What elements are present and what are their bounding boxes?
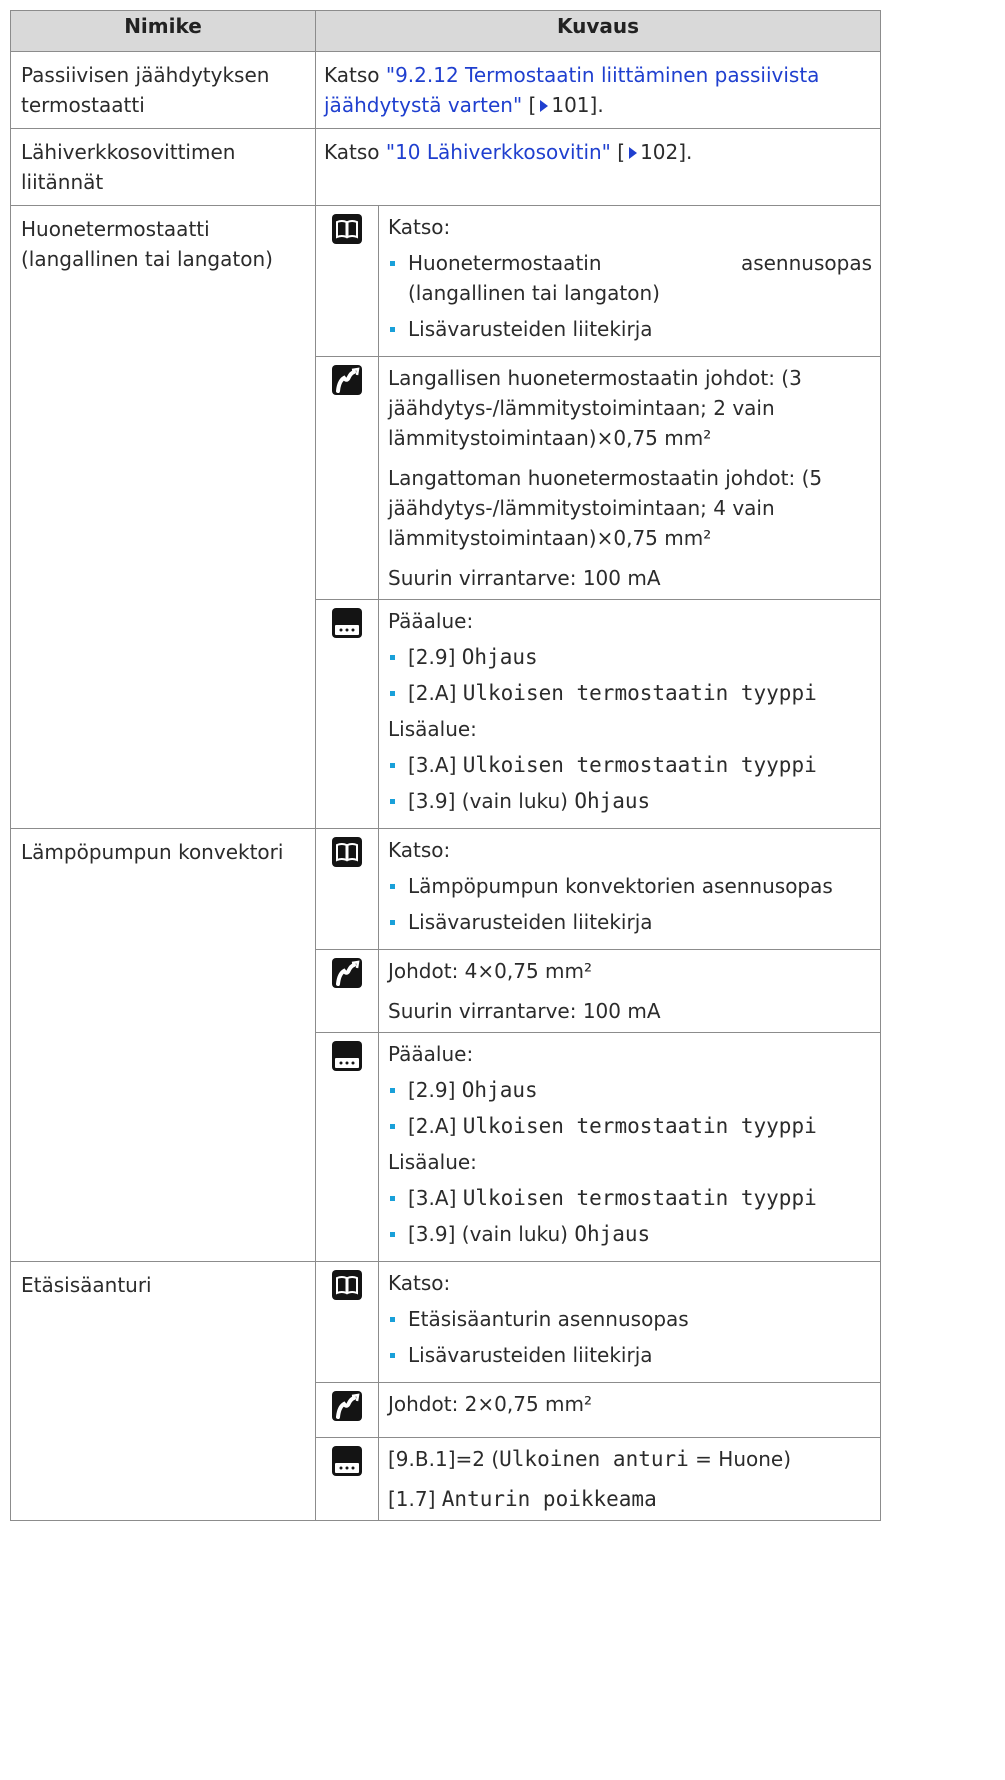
- interface-settings: Pääalue: [2.9] Ohjaus [2.A] Ulkoisen ter…: [378, 1032, 881, 1262]
- list-item: [3.A] Ulkoisen termostaatin tyyppi: [388, 1183, 872, 1213]
- list-item: Etäsisäanturin asennusopas: [388, 1304, 872, 1334]
- page-arrow-icon: [629, 147, 638, 159]
- icon-cell: [315, 1032, 379, 1262]
- icon-cell: [315, 828, 379, 950]
- user-interface-icon: [332, 1446, 362, 1476]
- manual-references: Katso: Lämpöpumpun konvektorien asennuso…: [378, 828, 881, 950]
- table-row: Lämpöpumpun konvektori Katso: Lämpöpumpu…: [10, 828, 881, 1262]
- list-item: Lämpöpumpun konvektorien asennusopas: [388, 871, 872, 901]
- wiring-info: Johdot: 4×0,75 mm² Suurin virrantarve: 1…: [378, 949, 881, 1033]
- table-row: Huonetermostaatti (langallinen tai langa…: [10, 205, 881, 829]
- list-item: [2.A] Ulkoisen termostaatin tyyppi: [388, 678, 872, 708]
- table-header: Nimike Kuvaus: [10, 10, 881, 52]
- manual-book-icon: [332, 1270, 362, 1300]
- interface-settings: [9.B.1]=2 (Ulkoinen anturi = Huone) [1.7…: [378, 1437, 881, 1521]
- list-item: [3.9] (vain luku) Ohjaus: [388, 786, 872, 816]
- page-reference[interactable]: 101: [551, 93, 589, 117]
- wiring-icon: [332, 365, 362, 395]
- user-interface-icon: [332, 608, 362, 638]
- list-item: [3.A] Ulkoisen termostaatin tyyppi: [388, 750, 872, 780]
- icon-cell: [315, 1382, 379, 1438]
- list-item: [2.9] Ohjaus: [388, 1075, 872, 1105]
- manual-references: Katso: Huonetermostaatin asennusopas (lan…: [378, 205, 881, 357]
- header-kuvaus: Kuvaus: [315, 10, 881, 52]
- specification-table: Nimike Kuvaus Passiivisen jäähdytyksen t…: [10, 10, 881, 1521]
- item-name: Lähiverkkosovittimen liitännät: [10, 128, 316, 206]
- item-name: Huonetermostaatti (langallinen tai langa…: [10, 205, 316, 829]
- manual-book-icon: [332, 214, 362, 244]
- header-nimike: Nimike: [10, 10, 316, 52]
- cross-reference-link[interactable]: "10 Lähiverkkosovitin": [386, 140, 611, 164]
- item-description: Katso "10 Lähiverkkosovitin" [102].: [315, 128, 881, 206]
- list-item: Lisävarusteiden liitekirja: [388, 314, 872, 344]
- page-arrow-icon: [540, 100, 549, 112]
- wiring-info: Langallisen huonetermostaatin johdot: (3…: [378, 356, 881, 600]
- interface-settings: Pääalue: [2.9] Ohjaus [2.A] Ulkoisen ter…: [378, 599, 881, 829]
- table-row: Etäsisäanturi Katso: Etäsisäanturin asen…: [10, 1261, 881, 1521]
- manual-book-icon: [332, 837, 362, 867]
- wiring-info: Johdot: 2×0,75 mm²: [378, 1382, 881, 1438]
- list-item: [3.9] (vain luku) Ohjaus: [388, 1219, 872, 1249]
- manual-references: Katso: Etäsisäanturin asennusopas Lisäva…: [378, 1261, 881, 1383]
- wiring-icon: [332, 958, 362, 988]
- item-name: Passiivisen jäähdytyksen termostaatti: [10, 51, 316, 129]
- wiring-icon: [332, 1391, 362, 1421]
- list-item: [2.A] Ulkoisen termostaatin tyyppi: [388, 1111, 872, 1141]
- list-item: [2.9] Ohjaus: [388, 642, 872, 672]
- item-description: Katso "9.2.12 Termostaatin liittäminen p…: [315, 51, 881, 129]
- list-item: Lisävarusteiden liitekirja: [388, 1340, 872, 1370]
- icon-cell: [315, 1261, 379, 1383]
- item-name: Lämpöpumpun konvektori: [10, 828, 316, 1262]
- icon-cell: [315, 205, 379, 357]
- table-row: Passiivisen jäähdytyksen termostaatti Ka…: [10, 51, 881, 129]
- page-reference[interactable]: 102: [640, 140, 678, 164]
- icon-cell: [315, 1437, 379, 1521]
- icon-cell: [315, 356, 379, 600]
- list-item: Lisävarusteiden liitekirja: [388, 907, 872, 937]
- user-interface-icon: [332, 1041, 362, 1071]
- icon-cell: [315, 949, 379, 1033]
- list-item: Huonetermostaatin asennusopas (langalline…: [388, 248, 872, 308]
- icon-cell: [315, 599, 379, 829]
- table-row: Lähiverkkosovittimen liitännät Katso "10…: [10, 128, 881, 206]
- item-name: Etäsisäanturi: [10, 1261, 316, 1521]
